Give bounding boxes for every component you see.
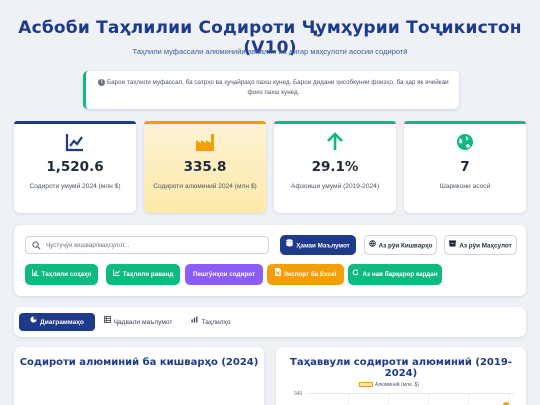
- card-accent-bar: [14, 121, 136, 124]
- refresh-icon: [352, 264, 359, 285]
- gridline: [388, 394, 389, 405]
- box-icon: [449, 236, 457, 256]
- trend-analysis-button[interactable]: Таҳлили раванд: [106, 264, 180, 285]
- card-accent-bar: [274, 121, 396, 124]
- stat-value: 1,520.6: [46, 159, 104, 175]
- globe-icon: [368, 236, 376, 256]
- forecast-button[interactable]: Пешгӯиҳои содирот: [185, 264, 263, 285]
- filter-countries-label: Аз рӯи Кишварҳо: [378, 242, 433, 250]
- file-excel-icon: [274, 264, 281, 285]
- line-chart-icon: [14, 131, 136, 153]
- arrow-up-icon: [274, 131, 396, 153]
- stat-value: 7: [460, 159, 470, 175]
- tab-analysis-label: Таҳлилҳо: [201, 318, 231, 326]
- view-tabs: Диаграммаҳо Ҷадвали маълумот Таҳлилҳо: [14, 307, 526, 337]
- filter-all-label: Ҳамаи Маълумот: [296, 242, 350, 250]
- tab-charts-label: Диаграммаҳо: [40, 318, 84, 326]
- sector-analysis-button[interactable]: Таҳлили соҳаҳо: [25, 264, 98, 285]
- export-excel-button[interactable]: Экспорт ба Excel: [267, 264, 344, 285]
- gridline: [348, 394, 349, 405]
- factory-icon: [144, 131, 266, 153]
- stat-value: 335.8: [183, 159, 227, 175]
- legend-label: Алюминий (млн. $): [375, 382, 419, 388]
- chart-panel-trend: Таҳаввули содироти алюминий (2019-2024) …: [276, 347, 526, 405]
- globe-icon: [404, 131, 526, 153]
- table-icon: [103, 313, 111, 331]
- tab-data-table-label: Ҷадвали маълумот: [113, 318, 173, 326]
- gridline: [468, 394, 469, 405]
- y-tick-label: 340: [294, 391, 303, 397]
- search-input[interactable]: Ҷустуҷӯи кишвар/маҳсулот...: [46, 242, 129, 249]
- reset-label: Аз нав барқарор кардан: [362, 271, 438, 279]
- forecast-label: Пешгӯиҳои содирот: [193, 271, 255, 278]
- filter-products-label: Аз рӯи Маҳсулот: [459, 242, 512, 250]
- stat-card-total-exports[interactable]: 1,520.6 Содироти умумӣ 2024 (млн $): [14, 121, 136, 213]
- pie-chart-icon: [30, 313, 37, 331]
- export-excel-label: Экспорт ба Excel: [283, 271, 337, 279]
- stat-label: Содироти умумӣ 2024 (млн $): [29, 183, 121, 190]
- legend-swatch: [359, 382, 373, 388]
- bar-chart-icon: [31, 264, 39, 285]
- trend-analysis-label: Таҳлили раванд: [122, 271, 174, 279]
- chart-title-trend: Таҳаввули содироти алюминий (2019-2024): [290, 357, 512, 379]
- filter-all-button[interactable]: Ҳамаи Маълумот: [280, 235, 356, 255]
- reset-button[interactable]: Аз нав барқарор кардан: [348, 264, 442, 285]
- filter-products-button[interactable]: Аз рӯи Маҳсулот: [444, 235, 517, 255]
- info-icon: i: [98, 78, 106, 86]
- stat-card-aluminium-exports[interactable]: 335.8 Содироти алюминий 2024 (млн $): [144, 121, 266, 213]
- notice-line-2: фоиз пахш кунед.: [247, 89, 300, 96]
- controls-panel: Ҷустуҷӯи кишвар/маҳсулот... Ҳамаи Маълум…: [14, 225, 526, 296]
- page-subtitle: Таҳлили муфассали алюминийи аввалия ва д…: [132, 47, 408, 56]
- gridline: [428, 394, 429, 405]
- tab-data-table[interactable]: Ҷадвали маълумот: [98, 313, 178, 331]
- line-chart-icon: [112, 264, 120, 285]
- chart-title-countries: Содироти алюминий ба кишварҳо (2024): [19, 357, 259, 368]
- search-icon: [32, 241, 41, 250]
- stat-value: 29.1%: [311, 159, 359, 175]
- card-accent-bar: [404, 121, 526, 124]
- analysis-icon: [191, 313, 198, 331]
- plot-area: [308, 393, 514, 405]
- stat-label: Содироти алюминий 2024 (млн $): [153, 183, 257, 190]
- card-accent-bar: [144, 121, 266, 124]
- info-notice: i Барои таҳлили муфассал, ба сатрҳо ва ҳ…: [83, 71, 459, 109]
- chart-panel-countries: Содироти алюминий ба кишварҳо (2024): [14, 347, 264, 405]
- filter-countries-button[interactable]: Аз рӯи Кишварҳо: [364, 235, 437, 255]
- stat-card-growth[interactable]: 29.1% Афзоиши умумӣ (2019-2024): [274, 121, 396, 213]
- notice-line-1: Барои таҳлили муфассал, ба сатрҳо ва ҳуҷ…: [107, 79, 449, 86]
- sector-analysis-label: Таҳлили соҳаҳо: [41, 271, 92, 279]
- stat-card-partners[interactable]: 7 Шарикони асосӣ: [404, 121, 526, 213]
- stat-label: Афзоиши умумӣ (2019-2024): [290, 183, 380, 190]
- tab-analysis[interactable]: Таҳлилҳо: [182, 313, 240, 331]
- search-box[interactable]: Ҷустуҷӯи кишвар/маҳсулот...: [25, 236, 269, 254]
- tab-charts[interactable]: Диаграммаҳо: [19, 313, 95, 331]
- chart-legend: Алюминий (млн. $): [359, 382, 419, 388]
- stat-label: Шарикони асосӣ: [439, 183, 491, 190]
- database-icon: [286, 236, 293, 256]
